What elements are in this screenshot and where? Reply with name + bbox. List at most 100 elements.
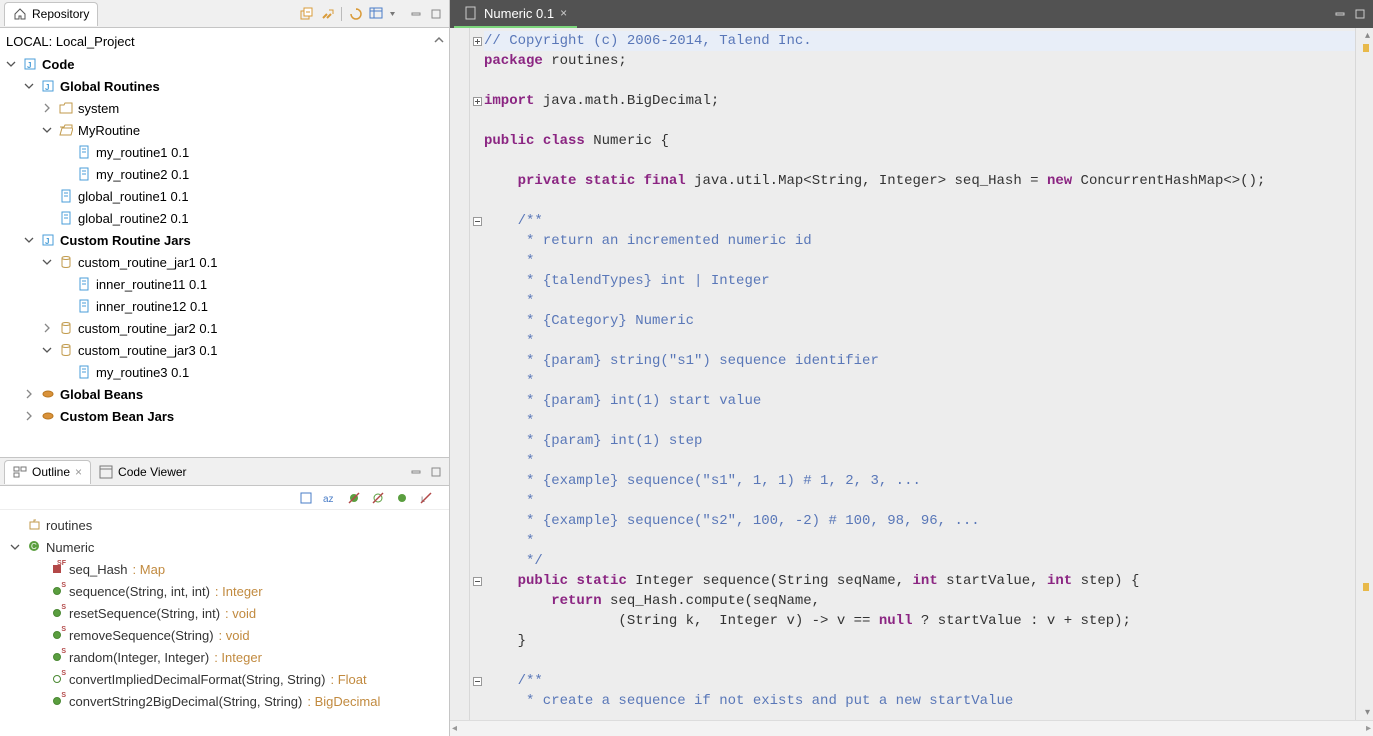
close-icon[interactable]: × [75,465,82,479]
horizontal-scrollbar[interactable]: ◂ ▸ [450,720,1373,736]
tree-item[interactable]: Custom Bean Jars [4,405,445,427]
caret-icon[interactable] [8,540,22,554]
code-line[interactable]: * create a sequence if not exists and pu… [484,691,1355,711]
tree-item[interactable]: JCustom Routine Jars [4,229,445,251]
code-line[interactable] [484,111,1355,131]
scroll-right-icon[interactable]: ▸ [1366,723,1371,734]
fold-marker[interactable] [470,671,484,691]
tree-item[interactable]: inner_routine11 0.1 [4,273,445,295]
tree-item[interactable]: custom_routine_jar1 0.1 [4,251,445,273]
code-line[interactable]: // Copyright (c) 2006-2014, Talend Inc. [484,31,1355,51]
codeviewer-tab[interactable]: Code Viewer [91,460,194,484]
repository-tree[interactable]: LOCAL: Local_Project JCodeJGlobal Routin… [0,28,449,458]
scroll-up-icon[interactable]: ▴ [1365,30,1370,41]
code-line[interactable]: * {param} int(1) step [484,431,1355,451]
code-line[interactable]: private static final java.util.Map<Strin… [484,171,1355,191]
caret-icon[interactable] [58,145,72,159]
overview-ruler[interactable]: ▴ ▾ [1355,28,1373,720]
caret-icon[interactable] [4,57,18,71]
code-editor[interactable]: // Copyright (c) 2006-2014, Talend Inc.p… [450,28,1373,720]
code-line[interactable]: public static Integer sequence(String se… [484,571,1355,591]
caret-icon[interactable] [58,167,72,181]
fold-marker[interactable] [470,91,484,111]
scroll-down-icon[interactable]: ▾ [1365,707,1370,718]
view-menu-icon[interactable] [387,5,405,23]
hide-fields-icon[interactable] [345,489,363,507]
tree-item[interactable]: my_routine3 0.1 [4,361,445,383]
outline-item[interactable]: Ssequence(String, int, int) : Integer [2,580,447,602]
tree-item[interactable]: global_routine2 0.1 [4,207,445,229]
close-icon[interactable]: × [560,6,567,20]
link-icon[interactable] [318,5,336,23]
code-line[interactable]: */ [484,551,1355,571]
code-line[interactable]: * {example} sequence("s1", 1, 1) # 1, 2,… [484,471,1355,491]
editor-tab[interactable]: Numeric 0.1 × [454,0,577,28]
code-content[interactable]: // Copyright (c) 2006-2014, Talend Inc.p… [484,28,1355,720]
caret-icon[interactable] [58,277,72,291]
caret-icon[interactable] [22,409,36,423]
tree-item[interactable]: my_routine1 0.1 [4,141,445,163]
code-line[interactable]: public class Numeric { [484,131,1355,151]
code-line[interactable]: import java.math.BigDecimal; [484,91,1355,111]
tree-item[interactable]: system [4,97,445,119]
outline-item[interactable]: Srandom(Integer, Integer) : Integer [2,646,447,668]
code-line[interactable]: * {Category} Numeric [484,311,1355,331]
caret-icon[interactable] [22,387,36,401]
hide-static-icon[interactable] [369,489,387,507]
outline-item[interactable]: SFseq_Hash : Map [2,558,447,580]
tree-item[interactable]: JGlobal Routines [4,75,445,97]
collapse-all-icon[interactable] [298,5,316,23]
code-line[interactable]: package routines; [484,51,1355,71]
code-line[interactable] [484,71,1355,91]
outline-item[interactable]: SconvertString2BigDecimal(String, String… [2,690,447,712]
outline-item[interactable]: routines [2,514,447,536]
repository-tab[interactable]: Repository [4,2,98,26]
outline-item[interactable]: SresetSequence(String, int) : void [2,602,447,624]
tree-item[interactable]: MyRoutine [4,119,445,141]
code-line[interactable]: * [484,411,1355,431]
scroll-up-icon[interactable] [433,34,445,49]
caret-icon[interactable] [40,343,54,357]
code-line[interactable]: (String k, Integer v) -> v == null ? sta… [484,611,1355,631]
code-line[interactable]: * [484,331,1355,351]
caret-icon[interactable] [40,101,54,115]
code-line[interactable] [484,191,1355,211]
caret-icon[interactable] [58,365,72,379]
code-line[interactable]: * {example} sequence("s2", 100, -2) # 10… [484,511,1355,531]
fold-marker[interactable] [470,211,484,231]
code-line[interactable]: * {param} string("s1") sequence identifi… [484,351,1355,371]
caret-icon[interactable] [40,211,54,225]
code-line[interactable]: * [484,251,1355,271]
code-line[interactable]: } [484,631,1355,651]
caret-icon[interactable] [40,189,54,203]
caret-icon[interactable] [58,299,72,313]
code-line[interactable]: * {talendTypes} int | Integer [484,271,1355,291]
code-line[interactable]: * [484,491,1355,511]
scroll-left-icon[interactable]: ◂ [452,723,457,734]
fold-marker[interactable] [470,31,484,51]
outline-content[interactable]: routinesCNumericSFseq_Hash : MapSsequenc… [0,510,449,736]
maximize-icon[interactable] [1351,5,1369,23]
focus-icon[interactable] [297,489,315,507]
outline-item[interactable]: CNumeric [2,536,447,558]
hide-nonpublic-icon[interactable] [393,489,411,507]
caret-icon[interactable] [40,255,54,269]
caret-icon[interactable] [22,233,36,247]
minimize-icon[interactable] [1331,5,1349,23]
outline-item[interactable]: SconvertImpliedDecimalFormat(String, Str… [2,668,447,690]
tree-item[interactable]: my_routine2 0.1 [4,163,445,185]
code-line[interactable] [484,651,1355,671]
maximize-icon[interactable] [427,463,445,481]
fold-marker[interactable] [470,571,484,591]
refresh-icon[interactable] [347,5,365,23]
code-line[interactable]: * [484,451,1355,471]
filter-icon[interactable] [367,5,385,23]
code-line[interactable]: /** [484,211,1355,231]
caret-icon[interactable] [40,123,54,137]
sort-icon[interactable]: aᴢ [321,489,339,507]
tree-item[interactable]: Global Beans [4,383,445,405]
hide-local-icon[interactable]: ʟ [417,489,435,507]
caret-icon[interactable] [40,321,54,335]
code-line[interactable]: * [484,291,1355,311]
maximize-icon[interactable] [427,5,445,23]
